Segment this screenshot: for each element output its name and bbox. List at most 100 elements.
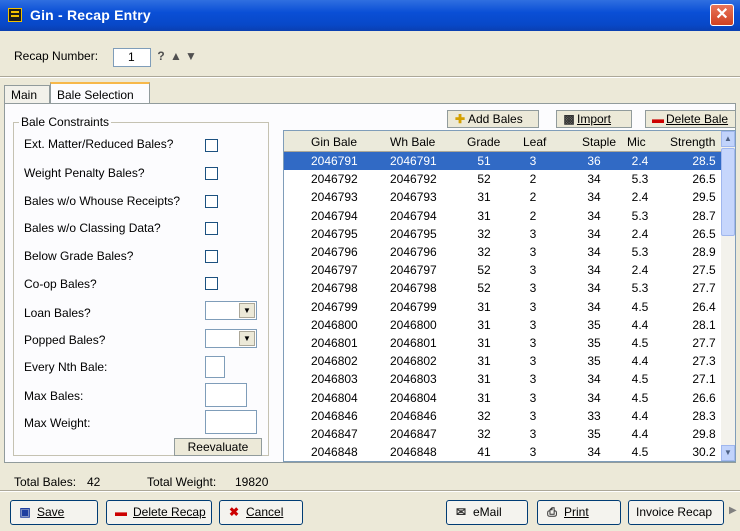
gin-bale-cell: 2046846 — [311, 408, 358, 423]
strength-cell: 28.5 — [692, 154, 716, 168]
table-row[interactable]: 2046804 2046804 31 3 34 4.5 26.6 — [284, 389, 721, 407]
email-icon: ✉ — [455, 505, 467, 519]
col-header[interactable]: Gin Bale — [311, 135, 357, 149]
vertical-scrollbar[interactable]: ▲ ▼ — [721, 131, 735, 461]
scroll-thumb[interactable] — [721, 148, 735, 236]
print-button[interactable]: ⎙ Print — [537, 500, 621, 525]
help-icon[interactable]: ? — [154, 49, 168, 63]
below-grade-checkbox[interactable] — [205, 250, 218, 263]
no-whouse-checkbox[interactable] — [205, 195, 218, 208]
table-row[interactable]: 2046791 2046791 51 3 36 2.4 28.5 — [284, 152, 721, 170]
recap-number-field[interactable]: 1 — [113, 48, 151, 67]
import-button[interactable]: ▩ Import — [556, 110, 632, 128]
no-classing-checkbox[interactable] — [205, 222, 218, 235]
reevaluate-button[interactable]: Reevaluate — [174, 438, 262, 456]
wh-bale-cell: 2046795 — [390, 226, 437, 241]
grade-cell: 32 — [477, 245, 491, 259]
mic-cell: 2.4 — [631, 154, 649, 168]
add-bales-label: Add Bales — [468, 112, 523, 126]
mic-cell: 4.5 — [631, 372, 649, 387]
table-row[interactable]: 2046795 2046795 32 3 34 2.4 26.5 — [284, 225, 721, 243]
chevron-down-icon[interactable]: ▼ — [239, 303, 255, 318]
table-row[interactable]: 2046796 2046796 32 3 34 5.3 28.9 — [284, 243, 721, 261]
table-row[interactable]: 2046802 2046802 31 3 35 4.4 27.3 — [284, 352, 721, 370]
col-header[interactable]: Leaf — [523, 135, 546, 149]
strength-cell: 29.5 — [692, 190, 716, 205]
total-weight-value: 19820 — [235, 475, 269, 489]
total-bales-value: 42 — [87, 475, 101, 489]
col-header[interactable]: Grade — [467, 135, 500, 149]
tab-main[interactable]: Main — [4, 85, 50, 104]
gin-bale-cell: 2046791 — [311, 154, 358, 168]
staple-cell: 33 — [587, 408, 601, 423]
staple-cell: 36 — [587, 154, 601, 168]
table-row[interactable]: 2046799 2046799 31 3 34 4.5 26.4 — [284, 298, 721, 316]
col-header[interactable]: Staple — [582, 135, 616, 149]
table-row[interactable]: 2046798 2046798 52 3 34 5.3 27.7 — [284, 279, 721, 297]
grade-cell: 32 — [477, 226, 491, 241]
mic-cell: 4.4 — [631, 408, 649, 423]
arrow-down-icon[interactable]: ▼ — [184, 49, 198, 63]
table-row[interactable]: 2046792 2046792 52 2 34 5.3 26.5 — [284, 170, 721, 188]
chevron-down-icon[interactable]: ▼ — [239, 331, 255, 346]
col-header[interactable]: Strength — [670, 135, 715, 149]
weight-penalty-checkbox[interactable] — [205, 167, 218, 180]
recap-number-label: Recap Number: — [14, 49, 99, 63]
grade-cell: 31 — [477, 354, 491, 369]
delete-recap-button[interactable]: ▬ Delete Recap — [106, 500, 212, 525]
mic-cell: 4.4 — [631, 317, 649, 332]
table-row[interactable]: 2046846 2046846 32 3 33 4.4 28.3 — [284, 407, 721, 425]
ext-matter-checkbox[interactable] — [205, 139, 218, 152]
table-row[interactable]: 2046793 2046793 31 2 34 2.4 29.5 — [284, 188, 721, 206]
cancel-button[interactable]: ✖ Cancel — [219, 500, 303, 525]
table-row[interactable]: 2046848 2046848 41 3 34 4.5 30.2 — [284, 443, 721, 461]
strength-cell: 27.7 — [692, 336, 716, 350]
close-button[interactable]: ✕ — [710, 4, 734, 26]
leaf-cell: 3 — [529, 336, 537, 350]
tab-bale-selection[interactable]: Bale Selection — [50, 82, 150, 104]
table-row[interactable]: 2046797 2046797 52 3 34 2.4 27.5 — [284, 261, 721, 279]
weight-penalty-label: Weight Penalty Bales? — [24, 166, 145, 180]
staple-cell: 34 — [587, 172, 601, 187]
loan-dropdown[interactable]: ▼ — [205, 301, 257, 320]
table-row[interactable]: 2046801 2046801 31 3 35 4.5 27.7 — [284, 334, 721, 352]
leaf-cell: 3 — [529, 226, 537, 241]
staple-cell: 34 — [587, 190, 601, 205]
grade-cell: 52 — [477, 263, 491, 278]
table-row[interactable]: 2046803 2046803 31 3 34 4.5 27.1 — [284, 370, 721, 388]
table-row[interactable]: 2046794 2046794 31 2 34 5.3 28.7 — [284, 207, 721, 225]
scroll-up-icon[interactable]: ▲ — [721, 131, 735, 147]
total-bales-label: Total Bales: — [14, 475, 77, 489]
add-bales-button[interactable]: ✚ Add Bales — [447, 110, 539, 128]
email-button[interactable]: ✉ eMail — [446, 500, 528, 525]
every-nth-input[interactable] — [205, 356, 225, 378]
table-row[interactable]: 2046847 2046847 32 3 35 4.4 29.8 — [284, 425, 721, 443]
col-header[interactable]: Mic — [627, 135, 646, 149]
max-bales-input[interactable] — [205, 383, 247, 407]
arrow-up-icon[interactable]: ▲ — [169, 49, 183, 63]
table-row[interactable]: 2046800 2046800 31 3 35 4.4 28.1 — [284, 316, 721, 334]
coop-checkbox[interactable] — [205, 277, 218, 290]
strength-cell: 26.6 — [692, 390, 716, 405]
bales-grid[interactable]: Gin Bale Wh Bale Grade Leaf Staple Mic S… — [283, 130, 736, 462]
gin-bale-cell: 2046802 — [311, 354, 358, 369]
max-weight-input[interactable] — [205, 410, 257, 434]
import-label: Import — [577, 112, 612, 126]
strength-cell: 28.7 — [692, 208, 716, 223]
strength-cell: 30.2 — [692, 445, 716, 460]
recap-number-row: Recap Number: 1 ? ▲ ▼ — [0, 44, 740, 68]
wh-bale-cell: 2046799 — [390, 299, 437, 314]
wh-bale-cell: 2046793 — [390, 190, 437, 205]
invoice-recap-button[interactable]: Invoice Recap — [628, 500, 724, 525]
save-button[interactable]: ▣ Save — [10, 500, 98, 525]
col-header[interactable]: Wh Bale — [390, 135, 435, 149]
delete-bale-button[interactable]: ▬ Delete Bale — [645, 110, 736, 128]
popped-dropdown[interactable]: ▼ — [205, 329, 257, 348]
max-weight-label: Max Weight: — [24, 416, 91, 430]
grade-cell: 41 — [477, 445, 491, 460]
wh-bale-cell: 2046804 — [390, 390, 437, 405]
leaf-cell: 3 — [529, 372, 537, 387]
scroll-right-icon[interactable]: ▶ — [729, 505, 737, 516]
staple-cell: 34 — [587, 299, 601, 314]
scroll-down-icon[interactable]: ▼ — [721, 445, 735, 461]
